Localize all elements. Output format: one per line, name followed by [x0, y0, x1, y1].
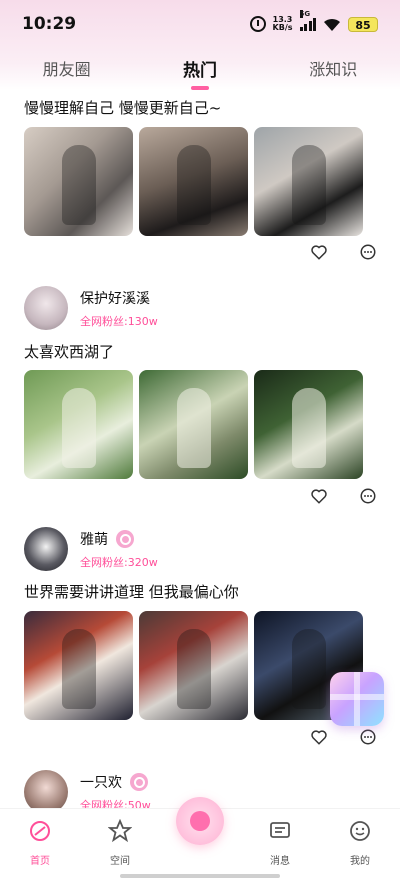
fan-count: 全网粉丝:130w: [80, 314, 158, 328]
home-icon: [30, 821, 50, 841]
status-bar: 10:29 13.3 KB/s 5G 85: [0, 0, 400, 48]
post-author[interactable]: 雅萌 全网粉丝:320w: [24, 527, 158, 571]
signal-icon: 5G: [299, 10, 316, 31]
nav-home[interactable]: 首页: [10, 819, 70, 867]
post-photo[interactable]: [24, 611, 133, 720]
heart-icon[interactable]: [310, 487, 328, 505]
post-photo[interactable]: [254, 127, 363, 236]
feed-tabs: 朋友圈 热门 涨知识: [0, 48, 400, 88]
tab-knowledge[interactable]: 涨知识: [278, 56, 388, 80]
avatar[interactable]: [24, 770, 68, 810]
post-actions: [0, 728, 400, 752]
post-photos: [24, 370, 363, 479]
author-name: 雅萌: [80, 531, 108, 548]
network-speed: 13.3 KB/s: [272, 15, 293, 32]
post-photo[interactable]: [24, 127, 133, 236]
post-text: 世界需要讲讲道理 但我最偏心你: [24, 583, 239, 601]
post-photo[interactable]: [254, 370, 363, 479]
wifi-icon: [323, 17, 341, 31]
tab-hot[interactable]: 热门: [145, 56, 255, 81]
comment-icon[interactable]: [359, 728, 377, 746]
post-photos: [24, 611, 363, 720]
comment-icon[interactable]: [359, 243, 377, 261]
status-icons: 13.3 KB/s 5G 85: [249, 10, 378, 32]
avatar[interactable]: [24, 286, 68, 330]
nav-messages[interactable]: 消息: [250, 819, 310, 867]
fan-count: 全网粉丝:320w: [80, 555, 158, 569]
post-actions: [0, 243, 400, 267]
author-name: 保护好溪溪: [80, 290, 150, 307]
post-photos: [24, 127, 363, 236]
status-time: 10:29: [22, 14, 77, 34]
post-photo[interactable]: [139, 127, 248, 236]
post-photo[interactable]: [139, 370, 248, 479]
post-photo[interactable]: [139, 611, 248, 720]
header: 10:29 13.3 KB/s 5G 85 朋友圈 热门 涨知识: [0, 0, 400, 90]
post-text: 慢慢理解自己 慢慢更新自己~: [24, 99, 222, 117]
post-text: 太喜欢西湖了: [24, 343, 115, 361]
alarm-icon: [249, 16, 266, 32]
tab-friends[interactable]: 朋友圈: [12, 56, 122, 80]
comment-icon[interactable]: [359, 487, 377, 505]
gift-box-icon[interactable]: [330, 672, 384, 726]
message-icon: [270, 822, 290, 838]
battery-icon: 85: [348, 16, 378, 32]
home-indicator: [120, 874, 280, 878]
post-author[interactable]: 一只欢 全网粉丝:50w: [24, 770, 151, 810]
nav-space[interactable]: 空间: [90, 818, 150, 867]
heart-icon[interactable]: [310, 243, 328, 261]
profile-icon: [350, 821, 370, 841]
post-photo[interactable]: [24, 370, 133, 479]
author-name: 一只欢: [80, 774, 122, 791]
verified-badge-icon: [130, 772, 148, 791]
verified-badge-icon: [116, 529, 134, 548]
post-actions: [0, 487, 400, 511]
center-create-button[interactable]: [176, 797, 224, 845]
nav-profile[interactable]: 我的: [330, 819, 390, 867]
post-author[interactable]: 保护好溪溪 全网粉丝:130w: [24, 286, 158, 330]
space-icon: [107, 818, 133, 843]
avatar[interactable]: [24, 527, 68, 571]
heart-icon[interactable]: [310, 728, 328, 746]
